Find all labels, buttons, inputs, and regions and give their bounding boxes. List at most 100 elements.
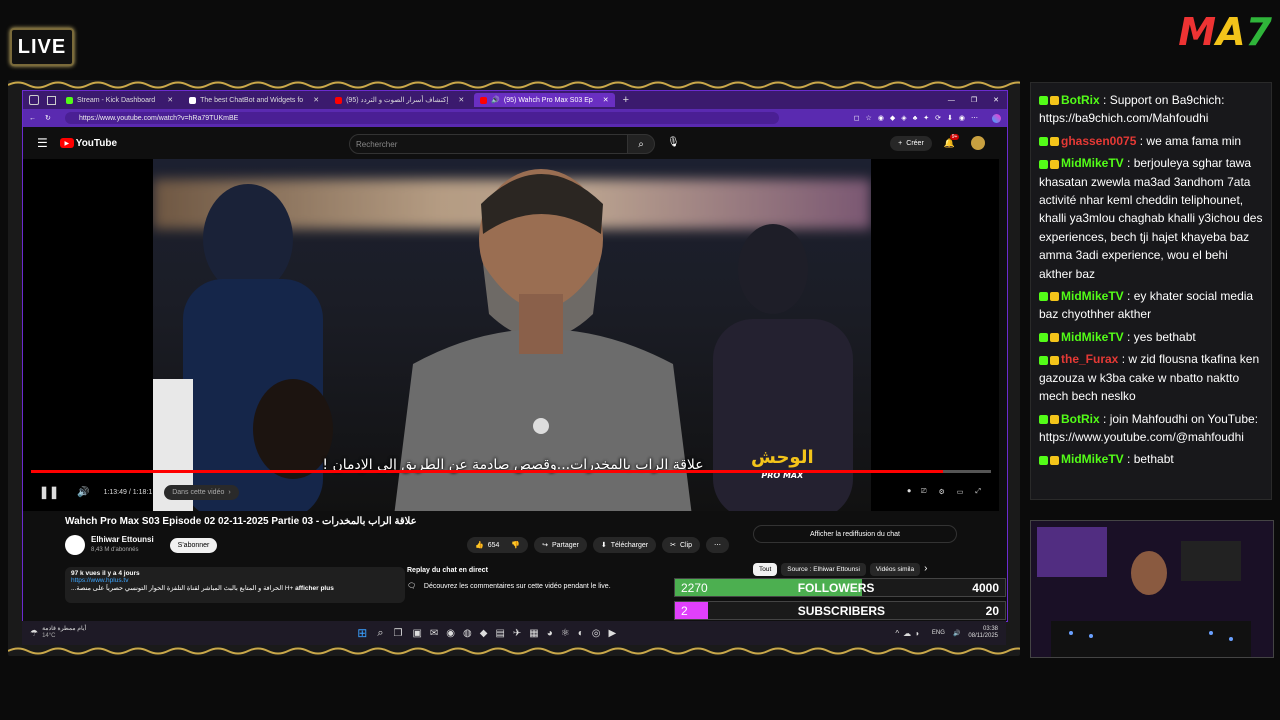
- player-controls: ❚❚ 🔊 1:13:49 / 1:18:1 Dans cette vidéo ›…: [23, 479, 999, 505]
- tab-label: إكتشاف أسرار الصوت و التردد (95): [346, 97, 449, 104]
- chat-username[interactable]: MidMikeTV: [1061, 289, 1124, 303]
- start-icon[interactable]: ⊞: [357, 626, 367, 640]
- followers-goal: 2270 FOLLOWERS 4000: [674, 578, 1006, 597]
- chat-username[interactable]: ghassen0075: [1061, 134, 1136, 148]
- search-button[interactable]: ⌕: [627, 134, 655, 154]
- mic-icon[interactable]: 🎙: [667, 137, 680, 148]
- plus-icon: +: [898, 139, 903, 147]
- close-tab-icon[interactable]: ✕: [458, 96, 464, 104]
- youtube-logo-icon[interactable]: ▶: [59, 138, 74, 148]
- tab-chatbot[interactable]: The best ChatBot and Widgets fo ✕: [183, 93, 325, 107]
- extensions-icon[interactable]: ◻☆◉◆◈♣✦⟳⬇◉⋯: [854, 114, 984, 122]
- weather-widget[interactable]: أيام ممطرة قادمة 14°C: [42, 626, 86, 640]
- chip-source[interactable]: Source : Elhiwar Ettounsi: [781, 563, 866, 576]
- close-tab-icon[interactable]: ✕: [167, 96, 173, 104]
- chat-username[interactable]: BotRix: [1061, 93, 1100, 107]
- chat-message: the_Furax : w zid flousna tkafina ken ga…: [1039, 350, 1263, 405]
- channel-avatar[interactable]: [65, 535, 85, 555]
- chat-username[interactable]: MidMikeTV: [1061, 452, 1124, 466]
- chevron-right-icon[interactable]: ›: [924, 563, 927, 576]
- address-bar: ← ↻ https://www.youtube.com/watch?v=hRa7…: [23, 109, 1007, 127]
- close-window-icon[interactable]: ✕: [993, 96, 999, 104]
- avatar[interactable]: [971, 136, 985, 150]
- subscribers-current: 2: [681, 603, 688, 618]
- subscriber-badge-icon: [1050, 137, 1059, 147]
- fullscreen-icon[interactable]: ⤢: [975, 488, 981, 496]
- thumbs-up-icon: 👍: [475, 542, 484, 549]
- tab-youtube-sound[interactable]: إكتشاف أسرار الصوت و التردد (95) ✕: [329, 93, 470, 107]
- chapter-button[interactable]: Dans cette vidéo ›: [164, 484, 239, 500]
- taskbar-search-icon[interactable]: ⌕: [377, 627, 383, 640]
- create-button[interactable]: + Créer: [890, 135, 932, 151]
- clock[interactable]: 03:38 08/11/2025: [968, 626, 998, 640]
- wavy-border-top: [8, 81, 1020, 89]
- kick-badge-icon: [1039, 159, 1048, 169]
- channel-row: Elhiwar Ettounsi 8,43 M d'abonnés S'abon…: [65, 535, 218, 555]
- share-icon: ↪: [542, 542, 548, 549]
- tab-label: The best ChatBot and Widgets fo: [200, 96, 304, 104]
- chat-username[interactable]: BotRix: [1061, 412, 1100, 426]
- chat-replay-info: Replay du chat en direct 🗨 Découvrez les …: [407, 567, 611, 590]
- thumbs-down-icon[interactable]: 👎: [511, 541, 520, 549]
- subscriber-badge-icon: [1050, 96, 1059, 106]
- chat-username[interactable]: MidMikeTV: [1061, 156, 1124, 170]
- back-icon[interactable]: ←: [29, 115, 36, 122]
- description-link[interactable]: https://www.hplus.tv: [71, 577, 399, 584]
- url-field[interactable]: https://www.youtube.com/watch?v=hRa79TUK…: [65, 112, 779, 124]
- chat-separator: :: [1123, 329, 1134, 344]
- tab-kick-dashboard[interactable]: Stream - Kick Dashboard ✕: [60, 93, 179, 107]
- kick-badge-icon: [1039, 333, 1048, 343]
- language-indicator[interactable]: ENG: [932, 630, 945, 636]
- chat-separator: :: [1123, 156, 1134, 171]
- chip-all[interactable]: Tout: [753, 563, 778, 576]
- taskbar-apps-icon[interactable]: ▣✉◉◍◆▤✈▦◕⚛◐◎▶: [412, 628, 624, 639]
- channel-name[interactable]: Elhiwar Ettounsi: [91, 535, 154, 545]
- tab-actions-icon[interactable]: [47, 95, 56, 105]
- autoplay-toggle-icon[interactable]: ⏺: [907, 488, 911, 496]
- browser-window: Stream - Kick Dashboard ✕ The best ChatBo…: [22, 90, 1008, 622]
- close-tab-icon[interactable]: ✕: [313, 96, 319, 104]
- youtube-logo-text[interactable]: YouTube: [76, 138, 117, 149]
- kick-badge-icon: [1039, 292, 1048, 302]
- download-button[interactable]: ⬇ Télécharger: [592, 537, 657, 553]
- pause-icon[interactable]: ❚❚: [39, 485, 59, 499]
- chip-similar[interactable]: Vidéos simila: [869, 563, 921, 576]
- theater-mode-icon[interactable]: ▭: [957, 488, 964, 496]
- captions-icon[interactable]: ⎚: [921, 488, 927, 496]
- tray-icons[interactable]: ^☁◗: [895, 629, 924, 638]
- notifications-icon[interactable]: 🔔 9+: [944, 133, 960, 149]
- chat-message: BotRix : Support on Ba9chich: https://ba…: [1039, 91, 1263, 128]
- speaker-icon[interactable]: 🔊: [491, 96, 500, 104]
- subscribe-button[interactable]: S'abonner: [169, 537, 218, 553]
- chat-text: we ama fama min: [1146, 133, 1242, 148]
- share-button[interactable]: ↪ Partager: [534, 537, 587, 553]
- video-description[interactable]: 97 k vues il y a 4 jours https://www.hpl…: [65, 567, 405, 603]
- notification-count-badge: 9+: [949, 133, 960, 140]
- settings-icon[interactable]: ⚙: [938, 488, 944, 496]
- clip-button[interactable]: ✂ Clip: [662, 537, 701, 553]
- show-more-link[interactable]: afficher plus: [295, 585, 334, 592]
- workspaces-icon[interactable]: [29, 95, 39, 105]
- chat-username[interactable]: MidMikeTV: [1061, 330, 1124, 344]
- chat-username[interactable]: the_Furax: [1061, 352, 1118, 366]
- more-actions-button[interactable]: ⋯: [706, 537, 730, 553]
- show-chat-replay-button[interactable]: Afficher la rediffusion du chat: [753, 525, 957, 543]
- menu-icon[interactable]: ☰: [37, 136, 48, 150]
- copilot-icon[interactable]: [992, 113, 1001, 123]
- chat-message: MidMikeTV : berjouleya sghar tawa khasat…: [1039, 154, 1263, 283]
- minimize-icon[interactable]: —: [948, 97, 955, 104]
- maximize-icon[interactable]: ❐: [971, 96, 977, 104]
- progress-bar[interactable]: [31, 470, 991, 473]
- volume-tray-icon[interactable]: 🔊: [953, 630, 960, 637]
- volume-icon[interactable]: 🔊: [77, 487, 89, 498]
- task-view-icon[interactable]: ❐: [394, 628, 403, 639]
- video-player[interactable]: الوحش PRO MAX علاقة الراب بالمخدرات...وق…: [23, 159, 999, 511]
- search-input[interactable]: Rechercher: [349, 134, 629, 154]
- close-tab-icon[interactable]: ✕: [603, 96, 609, 104]
- new-tab-icon[interactable]: +: [623, 94, 629, 106]
- refresh-icon[interactable]: ↻: [45, 114, 51, 122]
- tab-youtube-wahch[interactable]: 🔊 (95) Wahch Pro Max S03 Ep ✕: [474, 93, 615, 107]
- video-title: Wahch Pro Max S03 Episode 02 02-11-2025 …: [65, 516, 417, 527]
- like-button[interactable]: 👍 654 👎: [467, 537, 529, 553]
- webcam-feed: [1030, 520, 1274, 658]
